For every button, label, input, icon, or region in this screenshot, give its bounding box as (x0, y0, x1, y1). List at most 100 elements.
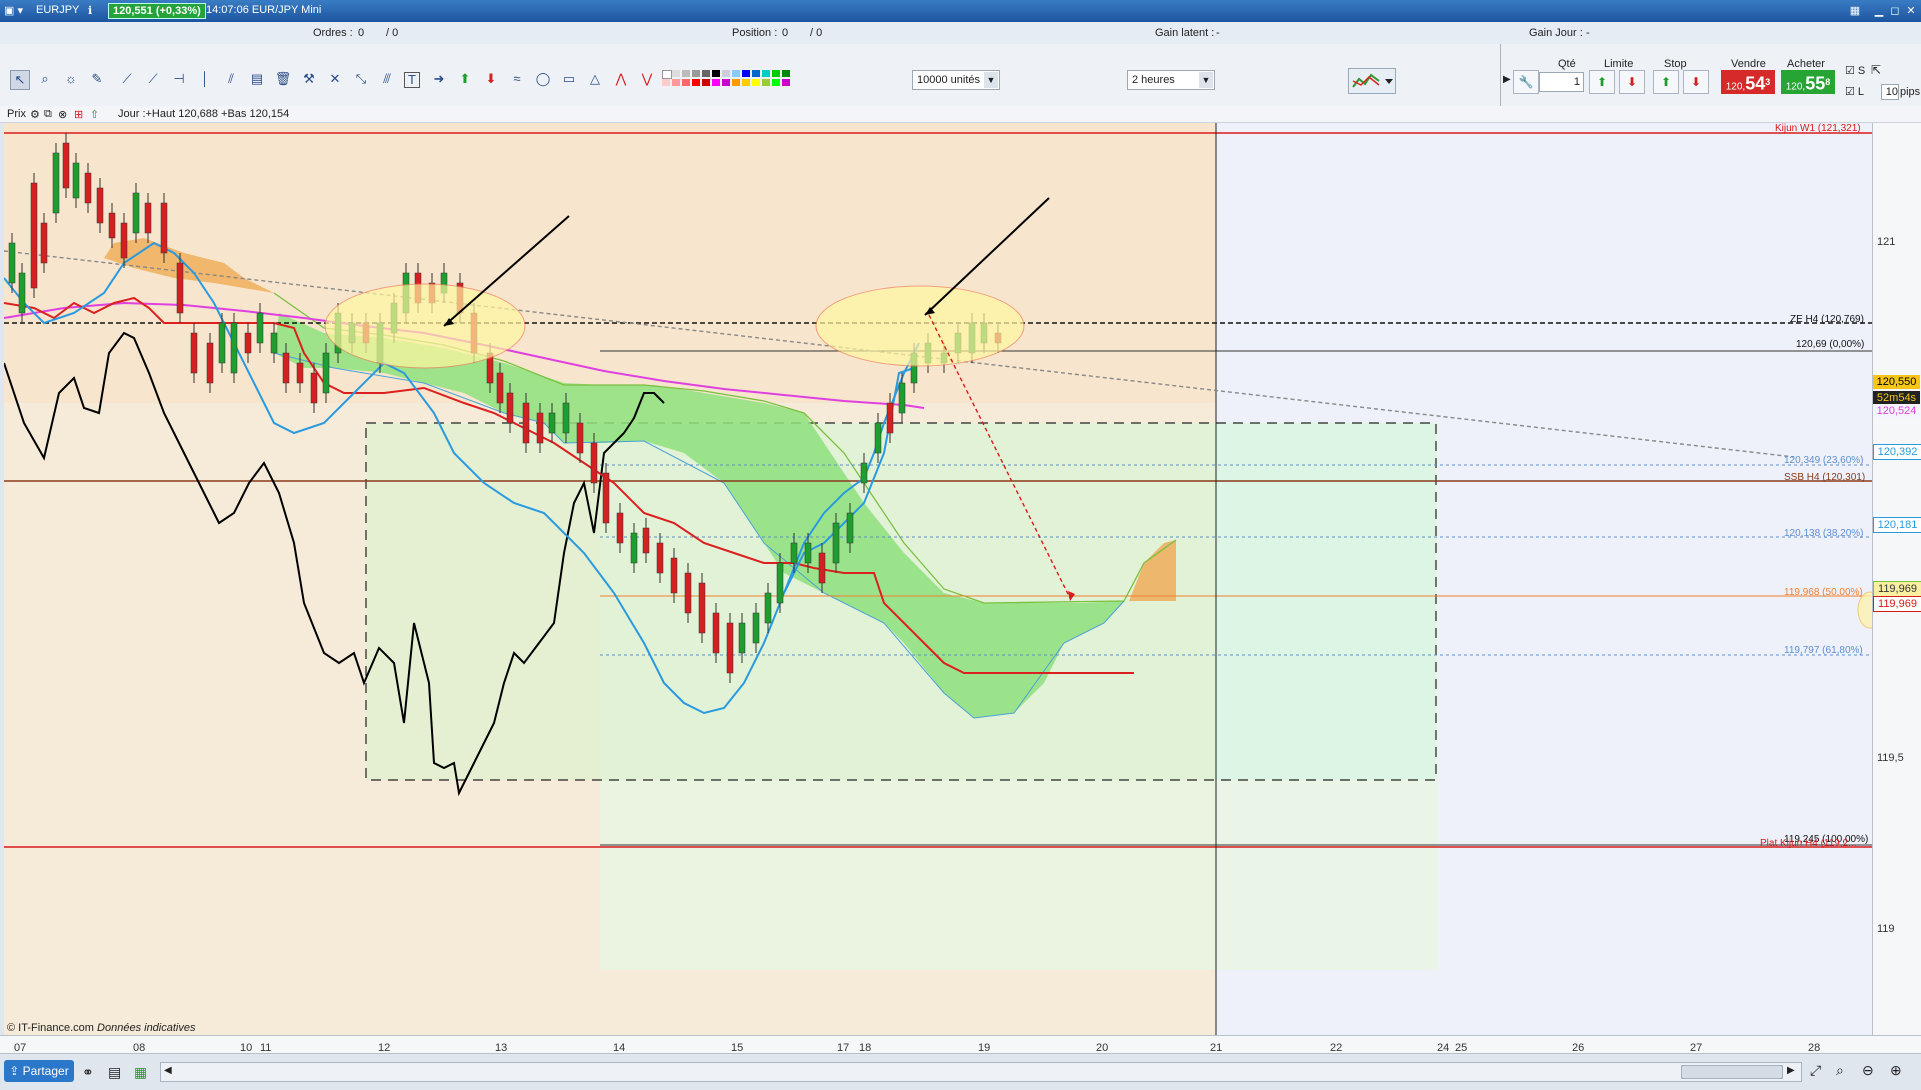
color-palette[interactable] (662, 68, 812, 90)
indicators-button[interactable] (1348, 68, 1396, 94)
pointer-tool-icon[interactable]: ↖ (10, 70, 30, 90)
color-lime[interactable] (762, 79, 770, 86)
harmonic-tool-icon[interactable]: ⋁ (638, 70, 656, 88)
y-tick-119-5: 119,5 (1877, 752, 1904, 764)
color-blue[interactable] (742, 70, 750, 77)
stop-buy-icon[interactable]: ⬆ (1653, 70, 1679, 94)
color-darkred[interactable] (702, 79, 710, 86)
text-tool-icon[interactable]: T (404, 72, 420, 88)
color-lightgray[interactable] (672, 70, 680, 77)
symbol-name[interactable]: EURJPY (36, 4, 79, 16)
close-small-icon[interactable]: ⊗ (58, 108, 67, 121)
scroll-thumb[interactable] (1681, 1065, 1783, 1079)
limit-buy-icon[interactable]: ⬆ (1589, 70, 1615, 94)
color-yellow[interactable] (752, 79, 760, 86)
candle-body (818, 552, 826, 584)
share-button[interactable]: ⇪ Partager (4, 1060, 74, 1082)
buy-button[interactable]: 120,558 (1781, 70, 1835, 94)
triangle-tool-icon[interactable]: △ (586, 70, 604, 88)
color-black[interactable] (712, 70, 720, 77)
list-icon[interactable]: ▤ (108, 1064, 121, 1081)
color-silver[interactable] (722, 70, 730, 77)
color-magenta[interactable] (712, 79, 720, 86)
ray-tool-icon[interactable]: ⟋ (144, 70, 162, 88)
color-green[interactable] (772, 70, 780, 77)
scroll-left-icon[interactable]: ◀ (164, 1065, 172, 1076)
price-axis[interactable] (1872, 123, 1921, 1035)
zoom-tool-icon[interactable]: ⌕ (36, 70, 54, 88)
pattern-tool-icon[interactable]: ⋀ (612, 70, 630, 88)
zoom-in-icon[interactable]: ⊕ (1890, 1062, 1902, 1079)
rectangle-tool-icon[interactable]: ▭ (560, 70, 578, 88)
wave-tool-icon[interactable]: ≈ (508, 70, 526, 88)
color-orange[interactable] (732, 79, 740, 86)
fibo-tool-icon[interactable]: ▤ (248, 70, 266, 88)
autoscale-icon[interactable]: ⤢ (1810, 1062, 1821, 1079)
color-violet[interactable] (782, 79, 790, 86)
checkbox-s[interactable]: ☑ S (1845, 64, 1865, 77)
color-sky[interactable] (732, 70, 740, 77)
stop-sell-icon[interactable]: ⬇ (1683, 70, 1709, 94)
candle-body (898, 382, 906, 414)
channel-tool-icon[interactable]: ⫽ (222, 70, 240, 88)
buy-price-big: 55 (1805, 73, 1826, 94)
horizontal-scrollbar[interactable]: ◀ ▶ (160, 1062, 1802, 1082)
color-coral[interactable] (682, 79, 690, 86)
maximize-icon[interactable]: ◻ (1888, 4, 1902, 17)
color-red[interactable] (692, 79, 700, 86)
zoom-fit-icon[interactable]: ⌕ (1836, 1062, 1844, 1079)
panel-collapse-icon[interactable]: ▶ (1503, 74, 1511, 85)
units-select[interactable]: 10000 unités ▼ (912, 70, 1000, 90)
color-navy[interactable] (752, 70, 760, 77)
color-cyan[interactable] (762, 70, 770, 77)
gann-tool-icon[interactable]: ⤡ (352, 70, 370, 88)
prix-label[interactable]: Prix (7, 108, 26, 120)
window-icon[interactable]: ▣ ▾ (4, 4, 23, 17)
chart-svg[interactable] (4, 123, 1872, 1035)
arrow-right-tool-icon[interactable]: ➜ (430, 70, 448, 88)
magnet-tool-icon[interactable]: ⚒ (300, 70, 318, 88)
ruler-tool-icon[interactable]: ✎ (88, 70, 106, 88)
wrench-icon[interactable]: 🔧 (1513, 70, 1539, 94)
wrench-small-icon[interactable]: ⚙ (30, 108, 40, 121)
color-darkgreen[interactable] (782, 70, 790, 77)
vline-tool-icon[interactable]: │ (196, 70, 214, 88)
color-gray[interactable] (682, 70, 690, 77)
arrow-up-tool-icon[interactable]: ⬆ (456, 70, 474, 88)
add-small-icon[interactable]: ⊞ (74, 108, 83, 121)
time-axis[interactable] (0, 1035, 1921, 1054)
ellipse-tool-icon[interactable]: ◯ (534, 70, 552, 88)
color-salmon[interactable] (672, 79, 680, 86)
line-tool-icon[interactable]: ⟋ (118, 70, 136, 88)
sell-button[interactable]: 120,543 (1721, 70, 1775, 94)
color-purple[interactable] (722, 79, 730, 86)
info-icon[interactable]: ℹ (88, 4, 92, 17)
scroll-right-icon[interactable]: ▶ (1787, 1065, 1795, 1076)
fan-tool-icon[interactable]: ⫻ (378, 70, 396, 88)
qty-input[interactable]: 1 (1539, 72, 1584, 92)
zoom-out-icon[interactable]: ⊖ (1862, 1062, 1874, 1079)
close-icon[interactable]: ✕ (1904, 4, 1918, 17)
limit-sell-icon[interactable]: ⬇ (1619, 70, 1645, 94)
color-white[interactable] (662, 70, 672, 79)
color-pink[interactable] (662, 79, 670, 86)
window-small-icon[interactable]: ⧉ (44, 108, 52, 121)
price-chart[interactable] (4, 123, 1872, 1035)
keyboard-icon[interactable]: ▦ (1848, 4, 1862, 17)
color-gold[interactable] (742, 79, 750, 86)
grid-icon[interactable]: ▦ (134, 1064, 147, 1081)
color-brightgreen[interactable] (772, 79, 780, 86)
checkbox-l[interactable]: ☑ L (1845, 85, 1864, 98)
pitchfork-tool-icon[interactable]: ✕ (326, 70, 344, 88)
timeframe-select[interactable]: 2 heures ▼ (1127, 70, 1215, 90)
up-small-icon[interactable]: ⇧ (90, 108, 99, 121)
pips-input[interactable]: 10 (1881, 84, 1899, 100)
link-icon[interactable]: ⚭ (82, 1064, 94, 1081)
alert-tool-icon[interactable]: ☼ (62, 70, 80, 88)
hline-tool-icon[interactable]: ⊣ (170, 70, 188, 88)
color-charcoal[interactable] (702, 70, 710, 77)
delete-tool-icon[interactable]: 🗑 (274, 70, 292, 88)
arrow-down-tool-icon[interactable]: ⬇ (482, 70, 500, 88)
minimize-icon[interactable]: ▁ (1872, 4, 1886, 17)
color-darkgray[interactable] (692, 70, 700, 77)
